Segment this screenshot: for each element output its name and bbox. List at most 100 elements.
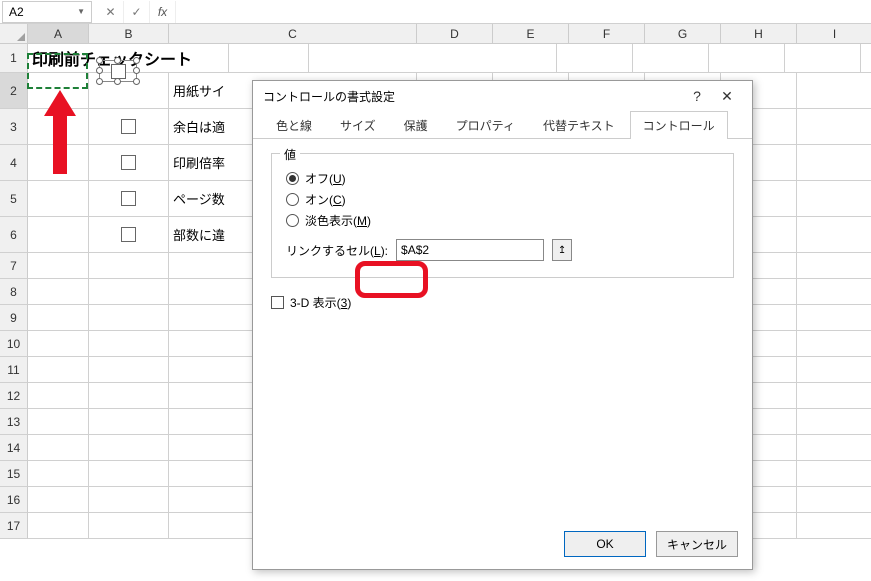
checkbox-icon[interactable] xyxy=(121,119,136,134)
formula-input[interactable] xyxy=(176,1,871,23)
row-header-11[interactable]: 11 xyxy=(0,357,28,383)
column-header-A[interactable]: A xyxy=(28,24,89,44)
row-header-16[interactable]: 16 xyxy=(0,487,28,513)
cell-A10[interactable] xyxy=(28,331,89,357)
cell-I2[interactable] xyxy=(797,73,871,109)
range-picker-button[interactable]: ↥ xyxy=(552,239,572,261)
cell-I9[interactable] xyxy=(797,305,871,331)
row-header-14[interactable]: 14 xyxy=(0,435,28,461)
cell-H1[interactable] xyxy=(861,44,871,73)
cell-I13[interactable] xyxy=(797,409,871,435)
cell-B14[interactable] xyxy=(89,435,169,461)
cell-I14[interactable] xyxy=(797,435,871,461)
cell-I6[interactable] xyxy=(797,217,871,253)
cell-B12[interactable] xyxy=(89,383,169,409)
cell-B15[interactable] xyxy=(89,461,169,487)
checkbox-icon[interactable] xyxy=(121,227,136,242)
name-box[interactable]: A2 ▼ xyxy=(2,1,92,23)
cell-A16[interactable] xyxy=(28,487,89,513)
cell-B10[interactable] xyxy=(89,331,169,357)
cell-B16[interactable] xyxy=(89,487,169,513)
row-header-17[interactable]: 17 xyxy=(0,513,28,539)
cell-B6[interactable] xyxy=(89,217,169,253)
cell-B3[interactable] xyxy=(89,109,169,145)
cell-I17[interactable] xyxy=(797,513,871,539)
cell-D1[interactable] xyxy=(557,44,633,73)
row-header-4[interactable]: 4 xyxy=(0,145,28,181)
form-checkbox-object-selected[interactable] xyxy=(99,60,137,82)
cell-B17[interactable] xyxy=(89,513,169,539)
cell-A6[interactable] xyxy=(28,217,89,253)
cell-I11[interactable] xyxy=(797,357,871,383)
close-button[interactable]: ✕ xyxy=(712,84,742,108)
linked-cell-input[interactable]: $A$2 xyxy=(396,239,544,261)
row-header-9[interactable]: 9 xyxy=(0,305,28,331)
cell-A11[interactable] xyxy=(28,357,89,383)
cell-I10[interactable] xyxy=(797,331,871,357)
three-d-checkbox[interactable]: 3-D 表示(3) xyxy=(271,294,734,311)
cell-A14[interactable] xyxy=(28,435,89,461)
cell-I7[interactable] xyxy=(797,253,871,279)
cell-A5[interactable] xyxy=(28,181,89,217)
cell-I4[interactable] xyxy=(797,145,871,181)
cell-I15[interactable] xyxy=(797,461,871,487)
checkbox-icon[interactable] xyxy=(121,155,136,170)
cell-G1[interactable] xyxy=(785,44,861,73)
row-header-12[interactable]: 12 xyxy=(0,383,28,409)
column-header-B[interactable]: B xyxy=(89,24,169,44)
cancel-button[interactable]: キャンセル xyxy=(656,531,738,557)
tab-3[interactable]: プロパティ xyxy=(443,111,528,139)
radio-on[interactable]: オン(C) xyxy=(286,191,719,208)
checkbox-icon[interactable] xyxy=(121,191,136,206)
cell-I3[interactable] xyxy=(797,109,871,145)
tab-4[interactable]: 代替テキスト xyxy=(530,111,628,139)
cell-B5[interactable] xyxy=(89,181,169,217)
cell-A12[interactable] xyxy=(28,383,89,409)
row-header-6[interactable]: 6 xyxy=(0,217,28,253)
dialog-titlebar[interactable]: コントロールの書式設定 ? ✕ xyxy=(253,81,752,111)
row-header-13[interactable]: 13 xyxy=(0,409,28,435)
cell-E1[interactable] xyxy=(633,44,709,73)
cell-B8[interactable] xyxy=(89,279,169,305)
cell-A7[interactable] xyxy=(28,253,89,279)
row-header-7[interactable]: 7 xyxy=(0,253,28,279)
cell-C1[interactable] xyxy=(309,44,557,73)
cell-A8[interactable] xyxy=(28,279,89,305)
column-header-F[interactable]: F xyxy=(569,24,645,44)
column-header-C[interactable]: C xyxy=(169,24,417,44)
tab-1[interactable]: サイズ xyxy=(327,111,389,139)
row-header-15[interactable]: 15 xyxy=(0,461,28,487)
ok-button[interactable]: OK xyxy=(564,531,646,557)
cell-I5[interactable] xyxy=(797,181,871,217)
row-header-2[interactable]: 2 xyxy=(0,73,28,109)
column-header-D[interactable]: D xyxy=(417,24,493,44)
cancel-edit-icon[interactable]: ✕ xyxy=(98,1,124,23)
radio-off[interactable]: オフ(U) xyxy=(286,170,719,187)
cell-I12[interactable] xyxy=(797,383,871,409)
fx-icon[interactable]: fx xyxy=(150,1,176,23)
cell-B9[interactable] xyxy=(89,305,169,331)
cell-A17[interactable] xyxy=(28,513,89,539)
column-header-G[interactable]: G xyxy=(645,24,721,44)
row-header-10[interactable]: 10 xyxy=(0,331,28,357)
cell-F1[interactable] xyxy=(709,44,785,73)
row-header-1[interactable]: 1 xyxy=(0,44,28,73)
cell-A13[interactable] xyxy=(28,409,89,435)
cell-A9[interactable] xyxy=(28,305,89,331)
cell-B7[interactable] xyxy=(89,253,169,279)
confirm-edit-icon[interactable]: ✓ xyxy=(124,1,150,23)
tab-0[interactable]: 色と線 xyxy=(263,111,325,139)
cell-A15[interactable] xyxy=(28,461,89,487)
cell-I16[interactable] xyxy=(797,487,871,513)
cell-B13[interactable] xyxy=(89,409,169,435)
column-header-I[interactable]: I xyxy=(797,24,871,44)
select-all-corner[interactable] xyxy=(0,24,28,44)
column-header-E[interactable]: E xyxy=(493,24,569,44)
cell-I8[interactable] xyxy=(797,279,871,305)
help-button[interactable]: ? xyxy=(682,84,712,108)
cell-B4[interactable] xyxy=(89,145,169,181)
tab-5[interactable]: コントロール xyxy=(630,111,728,139)
tab-2[interactable]: 保護 xyxy=(391,111,441,139)
cell-B1[interactable] xyxy=(229,44,309,73)
row-header-3[interactable]: 3 xyxy=(0,109,28,145)
